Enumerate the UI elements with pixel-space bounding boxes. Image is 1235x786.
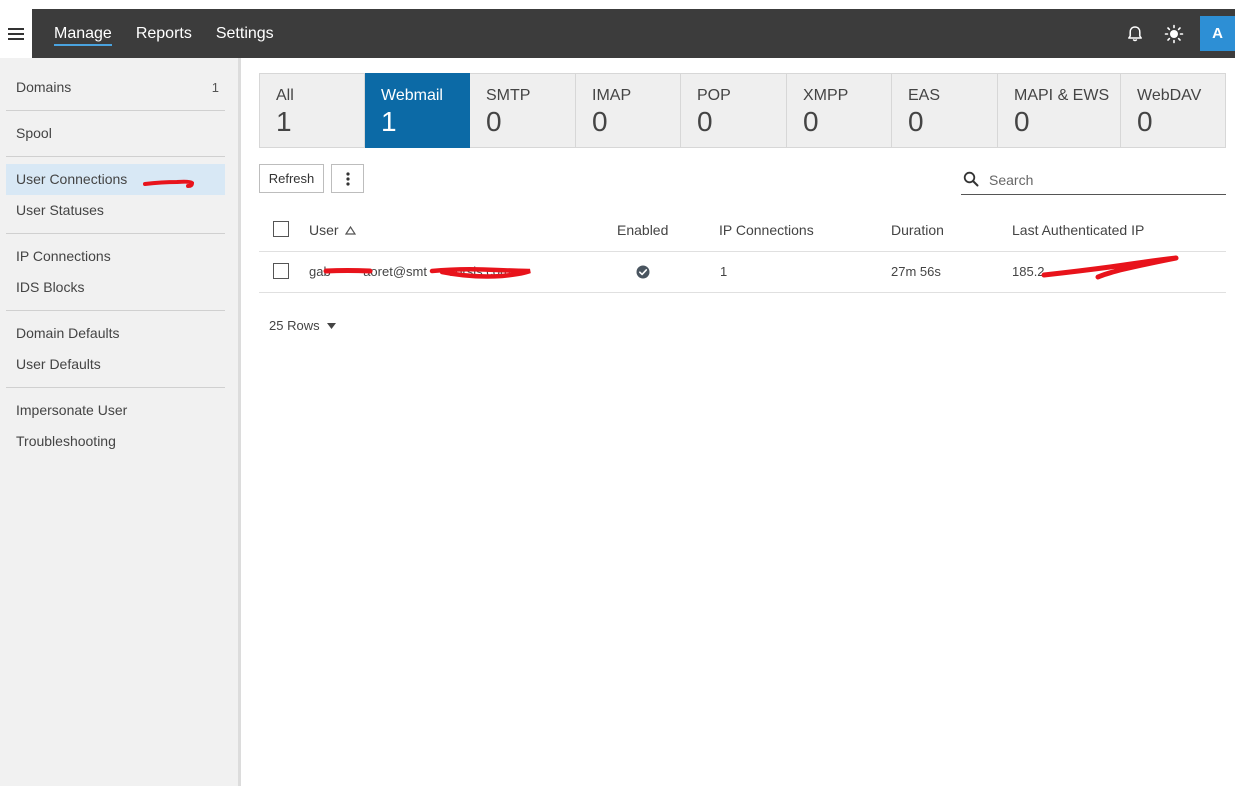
sidebar-item-domains[interactable]: Domains 1	[6, 72, 225, 103]
sidebar-divider	[6, 233, 225, 234]
tab-label: SMTP	[486, 87, 531, 104]
rows-per-page-select[interactable]: 25 Rows	[269, 318, 336, 333]
sidebar-item-label: IDS Blocks	[16, 279, 85, 295]
tab-label: IMAP	[592, 87, 632, 104]
bell-icon[interactable]	[1125, 24, 1145, 44]
red-annotation-mark	[143, 179, 195, 188]
sidebar-divider	[6, 156, 225, 157]
column-header-user[interactable]: User	[309, 222, 356, 238]
sidebar-item-user-defaults[interactable]: User Defaults	[6, 349, 225, 380]
row-select-checkbox[interactable]	[273, 263, 289, 279]
caret-down-icon	[326, 322, 336, 329]
sidebar-item-troubleshooting[interactable]: Troubleshooting	[6, 426, 225, 457]
sidebar-item-impersonate-user[interactable]: Impersonate User	[6, 395, 225, 426]
sidebar-item-label: Troubleshooting	[16, 433, 116, 449]
hamburger-icon	[8, 27, 24, 40]
refresh-button[interactable]: Refresh	[259, 164, 324, 193]
sidebar-item-label: IP Connections	[16, 248, 111, 264]
protocol-tabs: All 1 Webmail 1 SMTP 0 IMAP 0 POP 0 XMPP…	[259, 73, 1226, 148]
column-header-enabled[interactable]: Enabled	[617, 222, 668, 238]
sidebar-item-label: User Defaults	[16, 356, 101, 372]
tab-count: 0	[803, 106, 819, 137]
tab-eas[interactable]: EAS 0	[892, 73, 998, 148]
sidebar-item-label: User Connections	[16, 171, 128, 187]
nav-manage[interactable]: Manage	[54, 9, 112, 58]
tab-count: 0	[486, 106, 502, 137]
rows-per-page-label: 25 Rows	[269, 318, 320, 333]
tab-label: POP	[697, 87, 731, 104]
table-cell-duration: 27m 56s	[891, 264, 941, 279]
tab-webmail[interactable]: Webmail 1	[365, 73, 470, 148]
kebab-menu-icon	[345, 171, 350, 186]
sidebar-divider	[6, 310, 225, 311]
tab-count: 1	[276, 106, 292, 137]
tab-smtp[interactable]: SMTP 0	[470, 73, 576, 148]
tab-label: XMPP	[803, 87, 849, 104]
column-header-duration[interactable]: Duration	[891, 222, 944, 238]
sidebar-item-ip-connections[interactable]: IP Connections	[6, 241, 225, 272]
search-icon	[963, 171, 979, 187]
hamburger-menu-button[interactable]	[0, 9, 32, 58]
sidebar-item-domain-defaults[interactable]: Domain Defaults	[6, 318, 225, 349]
tab-count: 0	[908, 106, 924, 137]
table-cell-ip-connections: 1	[720, 264, 728, 279]
red-redaction-mark	[1041, 255, 1179, 280]
top-strip	[0, 0, 1235, 9]
tab-label: Webmail	[381, 87, 443, 104]
red-redaction-mark	[323, 266, 531, 279]
theme-toggle-sun-icon[interactable]	[1164, 24, 1184, 44]
sidebar-divider	[6, 387, 225, 388]
domains-count-badge: 1	[211, 80, 219, 95]
column-header-label: User	[309, 222, 339, 238]
sidebar-item-label: Impersonate User	[16, 402, 128, 418]
sidebar: Domains 1 Spool User Connections User St…	[0, 58, 241, 786]
tab-count: 0	[1137, 106, 1153, 137]
main-nav: Manage Reports Settings	[54, 9, 298, 58]
tab-label: All	[276, 87, 294, 104]
tab-imap[interactable]: IMAP 0	[576, 73, 681, 148]
sidebar-item-spool[interactable]: Spool	[6, 118, 225, 149]
sort-ascending-icon	[344, 225, 356, 235]
nav-reports[interactable]: Reports	[136, 9, 192, 58]
select-all-checkbox[interactable]	[273, 221, 289, 237]
tab-label: WebDAV	[1137, 87, 1202, 104]
tab-label: EAS	[908, 87, 941, 104]
tab-webdav[interactable]: WebDAV 0	[1121, 73, 1226, 148]
sidebar-item-user-statuses[interactable]: User Statuses	[6, 195, 225, 226]
tab-mapi-ews[interactable]: MAPI & EWS 0	[998, 73, 1121, 148]
sidebar-item-label: Domain Defaults	[16, 325, 120, 341]
search-box	[961, 165, 1226, 195]
tab-count: 0	[592, 106, 608, 137]
column-header-ip-connections[interactable]: IP Connections	[719, 222, 814, 238]
nav-settings[interactable]: Settings	[216, 9, 274, 58]
tab-pop[interactable]: POP 0	[681, 73, 787, 148]
table-row-divider	[259, 292, 1226, 293]
sidebar-divider	[6, 110, 225, 111]
tab-count: 0	[697, 106, 713, 137]
more-options-button[interactable]	[331, 164, 364, 193]
sidebar-item-label: Domains	[16, 79, 72, 95]
tab-xmpp[interactable]: XMPP 0	[787, 73, 892, 148]
tab-count: 0	[1014, 106, 1030, 137]
user-avatar[interactable]: A	[1200, 16, 1235, 51]
sidebar-item-label: User Statuses	[16, 202, 104, 218]
tab-label: MAPI & EWS	[1014, 87, 1110, 104]
table-header-divider	[259, 251, 1226, 252]
search-input[interactable]	[987, 168, 1221, 192]
top-header: Manage Reports Settings A	[0, 9, 1235, 58]
enabled-check-icon	[636, 265, 650, 279]
sidebar-item-label: Spool	[16, 125, 52, 141]
tab-count: 1	[381, 106, 397, 137]
sidebar-item-ids-blocks[interactable]: IDS Blocks	[6, 272, 225, 303]
tab-all[interactable]: All 1	[259, 73, 365, 148]
column-header-last-authenticated-ip[interactable]: Last Authenticated IP	[1012, 222, 1144, 238]
